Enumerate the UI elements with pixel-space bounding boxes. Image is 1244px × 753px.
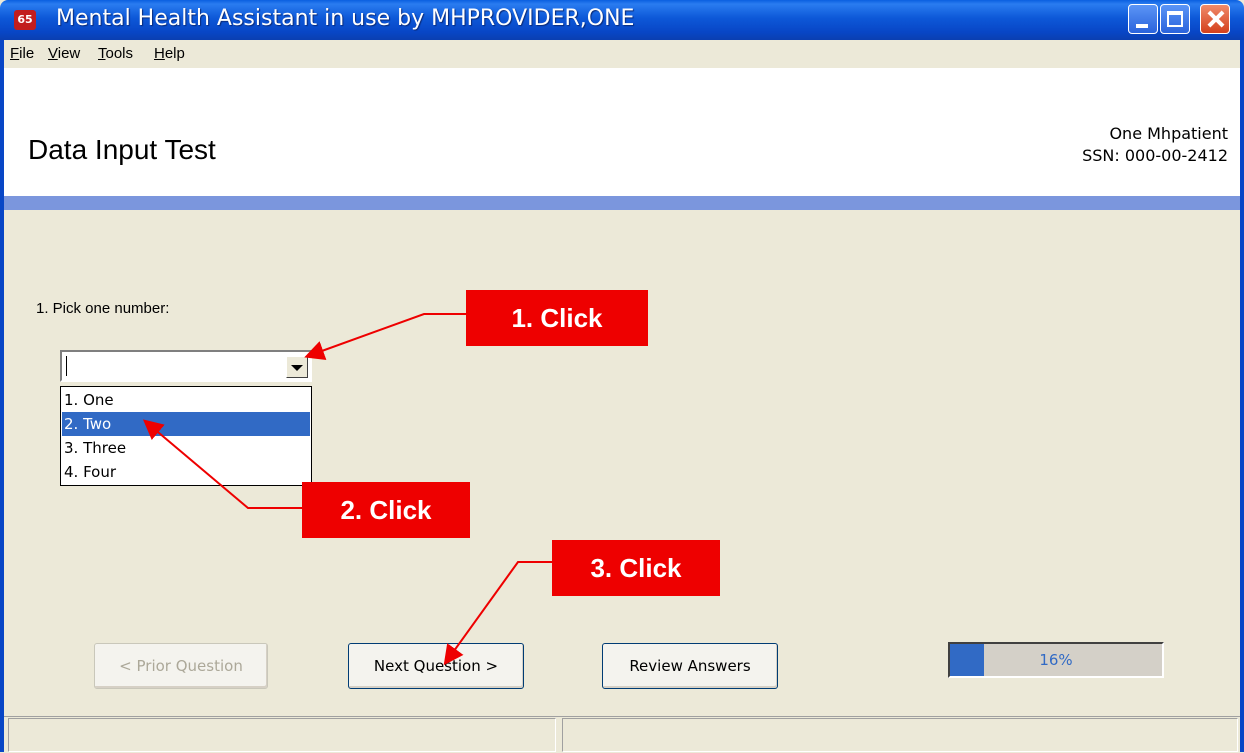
prior-question-button[interactable]: < Prior Question [94,643,268,689]
maximize-button[interactable] [1160,4,1190,34]
menu-bar: File View Tools Help [4,40,1240,68]
window-frame-right [1240,40,1244,752]
arrow-step1 [304,313,466,360]
menu-view[interactable]: View [48,45,80,62]
app-icon[interactable]: 65 [14,10,36,30]
menu-help[interactable]: Help [154,45,185,62]
close-button[interactable] [1200,4,1230,34]
status-pane-right [562,718,1238,752]
menu-tools[interactable]: Tools [98,45,133,62]
callout-step2: 2. Click [302,482,470,538]
option-one[interactable]: 1. One [62,388,310,412]
answer-combobox[interactable] [60,350,312,382]
callout-step1: 1. Click [466,290,648,346]
text-caret [66,356,67,376]
callout-step3: 3. Click [552,540,720,596]
page-title: Data Input Test [28,134,216,165]
question-label: 1. Pick one number: [36,300,170,317]
minimize-button[interactable] [1128,4,1158,34]
window-title: Mental Health Assistant in use by MHPROV… [56,6,635,31]
option-four[interactable]: 4. Four [62,460,310,484]
next-question-button[interactable]: Next Question > [348,643,524,689]
status-pane-left [8,718,556,752]
patient-name: One Mhpatient [1109,124,1228,143]
header-band [4,196,1240,210]
option-three[interactable]: 3. Three [62,436,310,460]
dropdown-arrow-button[interactable] [286,356,308,378]
review-answers-button[interactable]: Review Answers [602,643,778,689]
menu-file[interactable]: File [10,45,34,62]
option-two[interactable]: 2. Two [62,412,310,436]
answer-dropdown-list: 1. One 2. Two 3. Three 4. Four [60,386,312,486]
header-area [4,68,1240,198]
patient-ssn: SSN: 000-00-2412 [1082,146,1228,165]
progress-label: 16% [1039,651,1073,669]
progress-bar: 16% [948,642,1164,678]
